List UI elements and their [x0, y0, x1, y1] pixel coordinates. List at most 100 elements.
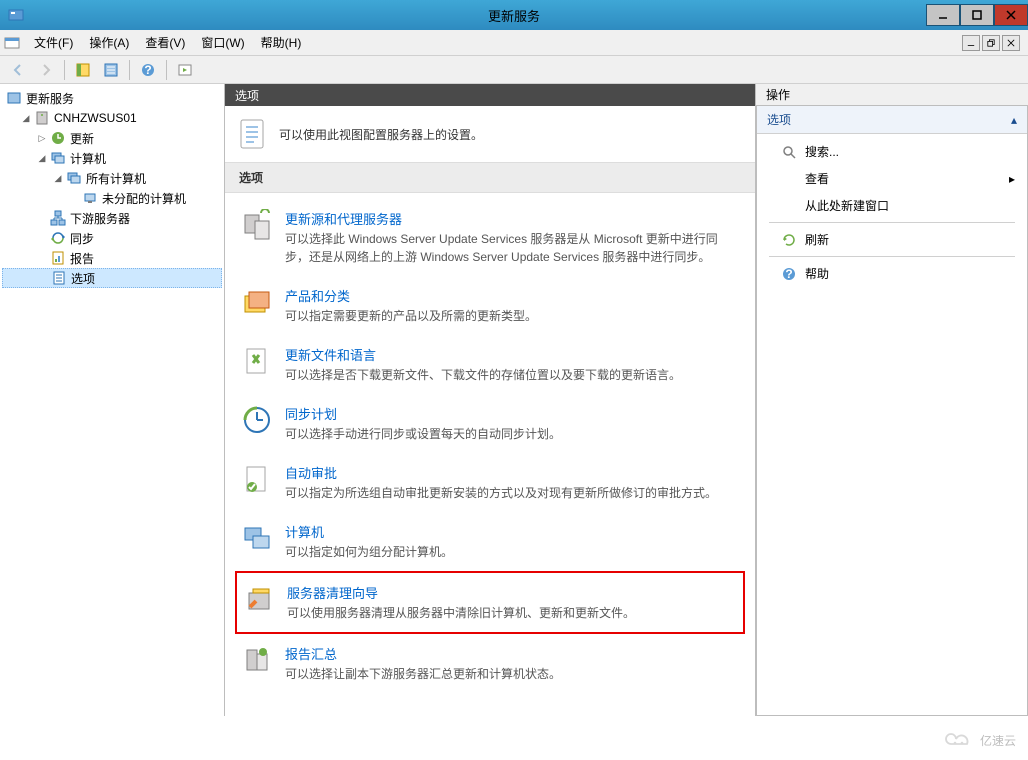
close-button[interactable] — [994, 4, 1028, 26]
option-title[interactable]: 自动审批 — [285, 463, 739, 482]
tree-label: 所有计算机 — [86, 170, 146, 187]
tree-options[interactable]: 选项 — [2, 268, 222, 288]
option-title[interactable]: 计算机 — [285, 522, 739, 541]
show-hide-tree-button[interactable] — [71, 58, 95, 82]
action-search[interactable]: 搜索... — [757, 138, 1027, 165]
option-list: 更新源和代理服务器 可以选择此 Windows Server Update Se… — [225, 193, 755, 699]
downstream-icon — [50, 210, 66, 226]
menu-action[interactable]: 操作(A) — [81, 30, 137, 55]
nav-back-button[interactable] — [6, 58, 30, 82]
action-new-window[interactable]: 从此处新建窗口 — [757, 192, 1027, 219]
help-button[interactable]: ? — [136, 58, 160, 82]
schedule-icon — [241, 404, 273, 436]
tree-label: 选项 — [71, 270, 95, 287]
tree-unassigned[interactable]: 未分配的计算机 — [2, 188, 222, 208]
center-header: 选项 — [225, 84, 755, 106]
actions-header: 操作 — [756, 84, 1028, 106]
leaf-icon — [36, 212, 48, 224]
watermark: 亿速云 — [944, 730, 1016, 750]
center-body: 可以使用此视图配置服务器上的设置。 选项 更新源和代理服务器 可以选择此 Win… — [225, 106, 755, 716]
computer-group-icon — [66, 170, 82, 186]
collapse-icon[interactable]: ◢ — [20, 112, 32, 124]
maximize-button[interactable] — [960, 4, 994, 26]
option-auto-approval[interactable]: 自动审批 可以指定为所选组自动审批更新安装的方式以及对现有更新所做修订的审批方式… — [235, 453, 745, 512]
tree-all-computers[interactable]: ◢ 所有计算机 — [2, 168, 222, 188]
option-desc: 可以指定需要更新的产品以及所需的更新类型。 — [285, 307, 739, 325]
toolbar: ? — [0, 56, 1028, 84]
wsus-action-button[interactable] — [173, 58, 197, 82]
option-desc: 可以指定如何为组分配计算机。 — [285, 543, 739, 561]
option-title[interactable]: 产品和分类 — [285, 286, 739, 305]
tree-root[interactable]: 更新服务 — [2, 88, 222, 108]
toolbar-separator — [129, 60, 130, 80]
tree-label: 更新服务 — [26, 90, 74, 107]
menu-view[interactable]: 查看(V) — [137, 30, 193, 55]
collapse-icon[interactable]: ◢ — [36, 152, 48, 164]
option-report-rollup[interactable]: 报告汇总 可以选择让副本下游服务器汇总更新和计算机状态。 — [235, 634, 745, 693]
tree-server[interactable]: ◢ CNHZWSUS01 — [2, 108, 222, 128]
navigation-tree[interactable]: 更新服务 ◢ CNHZWSUS01 ▷ 更新 ◢ 计算机 ◢ 所有计算机 未分配… — [0, 84, 225, 716]
blank-icon — [781, 171, 797, 187]
tree-computers[interactable]: ◢ 计算机 — [2, 148, 222, 168]
tree-label: 下游服务器 — [70, 210, 130, 227]
center-scroll[interactable]: 可以使用此视图配置服务器上的设置。 选项 更新源和代理服务器 可以选择此 Win… — [225, 106, 755, 716]
refresh-icon — [781, 232, 797, 248]
option-update-source[interactable]: 更新源和代理服务器 可以选择此 Windows Server Update Se… — [235, 199, 745, 276]
nav-forward-button[interactable] — [34, 58, 58, 82]
action-help[interactable]: ? 帮助 — [757, 260, 1027, 287]
files-icon — [241, 345, 273, 377]
tree-reports[interactable]: 报告 — [2, 248, 222, 268]
intro-text: 可以使用此视图配置服务器上的设置。 — [279, 126, 483, 143]
menu-file[interactable]: 文件(F) — [26, 30, 81, 55]
action-refresh[interactable]: 刷新 — [757, 226, 1027, 253]
option-cleanup-wizard[interactable]: 服务器清理向导 可以使用服务器清理从服务器中清除旧计算机、更新和更新文件。 — [235, 571, 745, 634]
search-icon — [781, 144, 797, 160]
option-title[interactable]: 更新文件和语言 — [285, 345, 739, 364]
collapse-icon[interactable]: ◢ — [52, 172, 64, 184]
tree-label: 报告 — [70, 250, 94, 267]
option-desc: 可以选择手动进行同步或设置每天的自动同步计划。 — [285, 425, 739, 443]
mdi-restore-button[interactable] — [982, 35, 1000, 51]
menu-help[interactable]: 帮助(H) — [253, 30, 310, 55]
option-title[interactable]: 更新源和代理服务器 — [285, 209, 739, 228]
tree-label: 更新 — [70, 130, 94, 147]
option-title[interactable]: 服务器清理向导 — [287, 583, 737, 602]
chevron-right-icon: ▸ — [1009, 172, 1015, 186]
help-icon: ? — [781, 266, 797, 282]
properties-button[interactable] — [99, 58, 123, 82]
option-title[interactable]: 同步计划 — [285, 404, 739, 423]
tree-updates[interactable]: ▷ 更新 — [2, 128, 222, 148]
action-label: 查看 — [805, 170, 829, 187]
option-computers[interactable]: 计算机 可以指定如何为组分配计算机。 — [235, 512, 745, 571]
blank-icon — [781, 198, 797, 214]
window-controls — [926, 5, 1028, 26]
updates-icon — [50, 130, 66, 146]
leaf-icon — [36, 232, 48, 244]
action-view[interactable]: 查看 ▸ — [757, 165, 1027, 192]
collapse-icon[interactable]: ▴ — [1011, 113, 1017, 127]
computers-option-icon — [241, 522, 273, 554]
sync-icon — [50, 230, 66, 246]
action-label: 从此处新建窗口 — [805, 197, 889, 214]
actions-pane: 操作 选项 ▴ 搜索... 查看 ▸ — [756, 84, 1028, 716]
option-title[interactable]: 报告汇总 — [285, 644, 739, 663]
option-files-languages[interactable]: 更新文件和语言 可以选择是否下载更新文件、下载文件的存储位置以及要下载的更新语言… — [235, 335, 745, 394]
options-icon — [51, 270, 67, 286]
tree-sync[interactable]: 同步 — [2, 228, 222, 248]
tree-downstream[interactable]: 下游服务器 — [2, 208, 222, 228]
toolbar-separator — [166, 60, 167, 80]
mdi-close-button[interactable] — [1002, 35, 1020, 51]
actions-section-title[interactable]: 选项 ▴ — [757, 106, 1027, 134]
mdi-minimize-button[interactable] — [962, 35, 980, 51]
leaf-icon — [68, 192, 80, 204]
rollup-icon — [241, 644, 273, 676]
expand-icon[interactable]: ▷ — [36, 132, 48, 144]
option-products[interactable]: 产品和分类 可以指定需要更新的产品以及所需的更新类型。 — [235, 276, 745, 335]
approval-icon — [241, 463, 273, 495]
option-sync-schedule[interactable]: 同步计划 可以选择手动进行同步或设置每天的自动同步计划。 — [235, 394, 745, 453]
option-desc: 可以选择此 Windows Server Update Services 服务器… — [285, 230, 739, 266]
option-desc: 可以指定为所选组自动审批更新安装的方式以及对现有更新所做修订的审批方式。 — [285, 484, 739, 502]
svg-text:?: ? — [785, 267, 792, 281]
minimize-button[interactable] — [926, 4, 960, 26]
menu-window[interactable]: 窗口(W) — [193, 30, 252, 55]
